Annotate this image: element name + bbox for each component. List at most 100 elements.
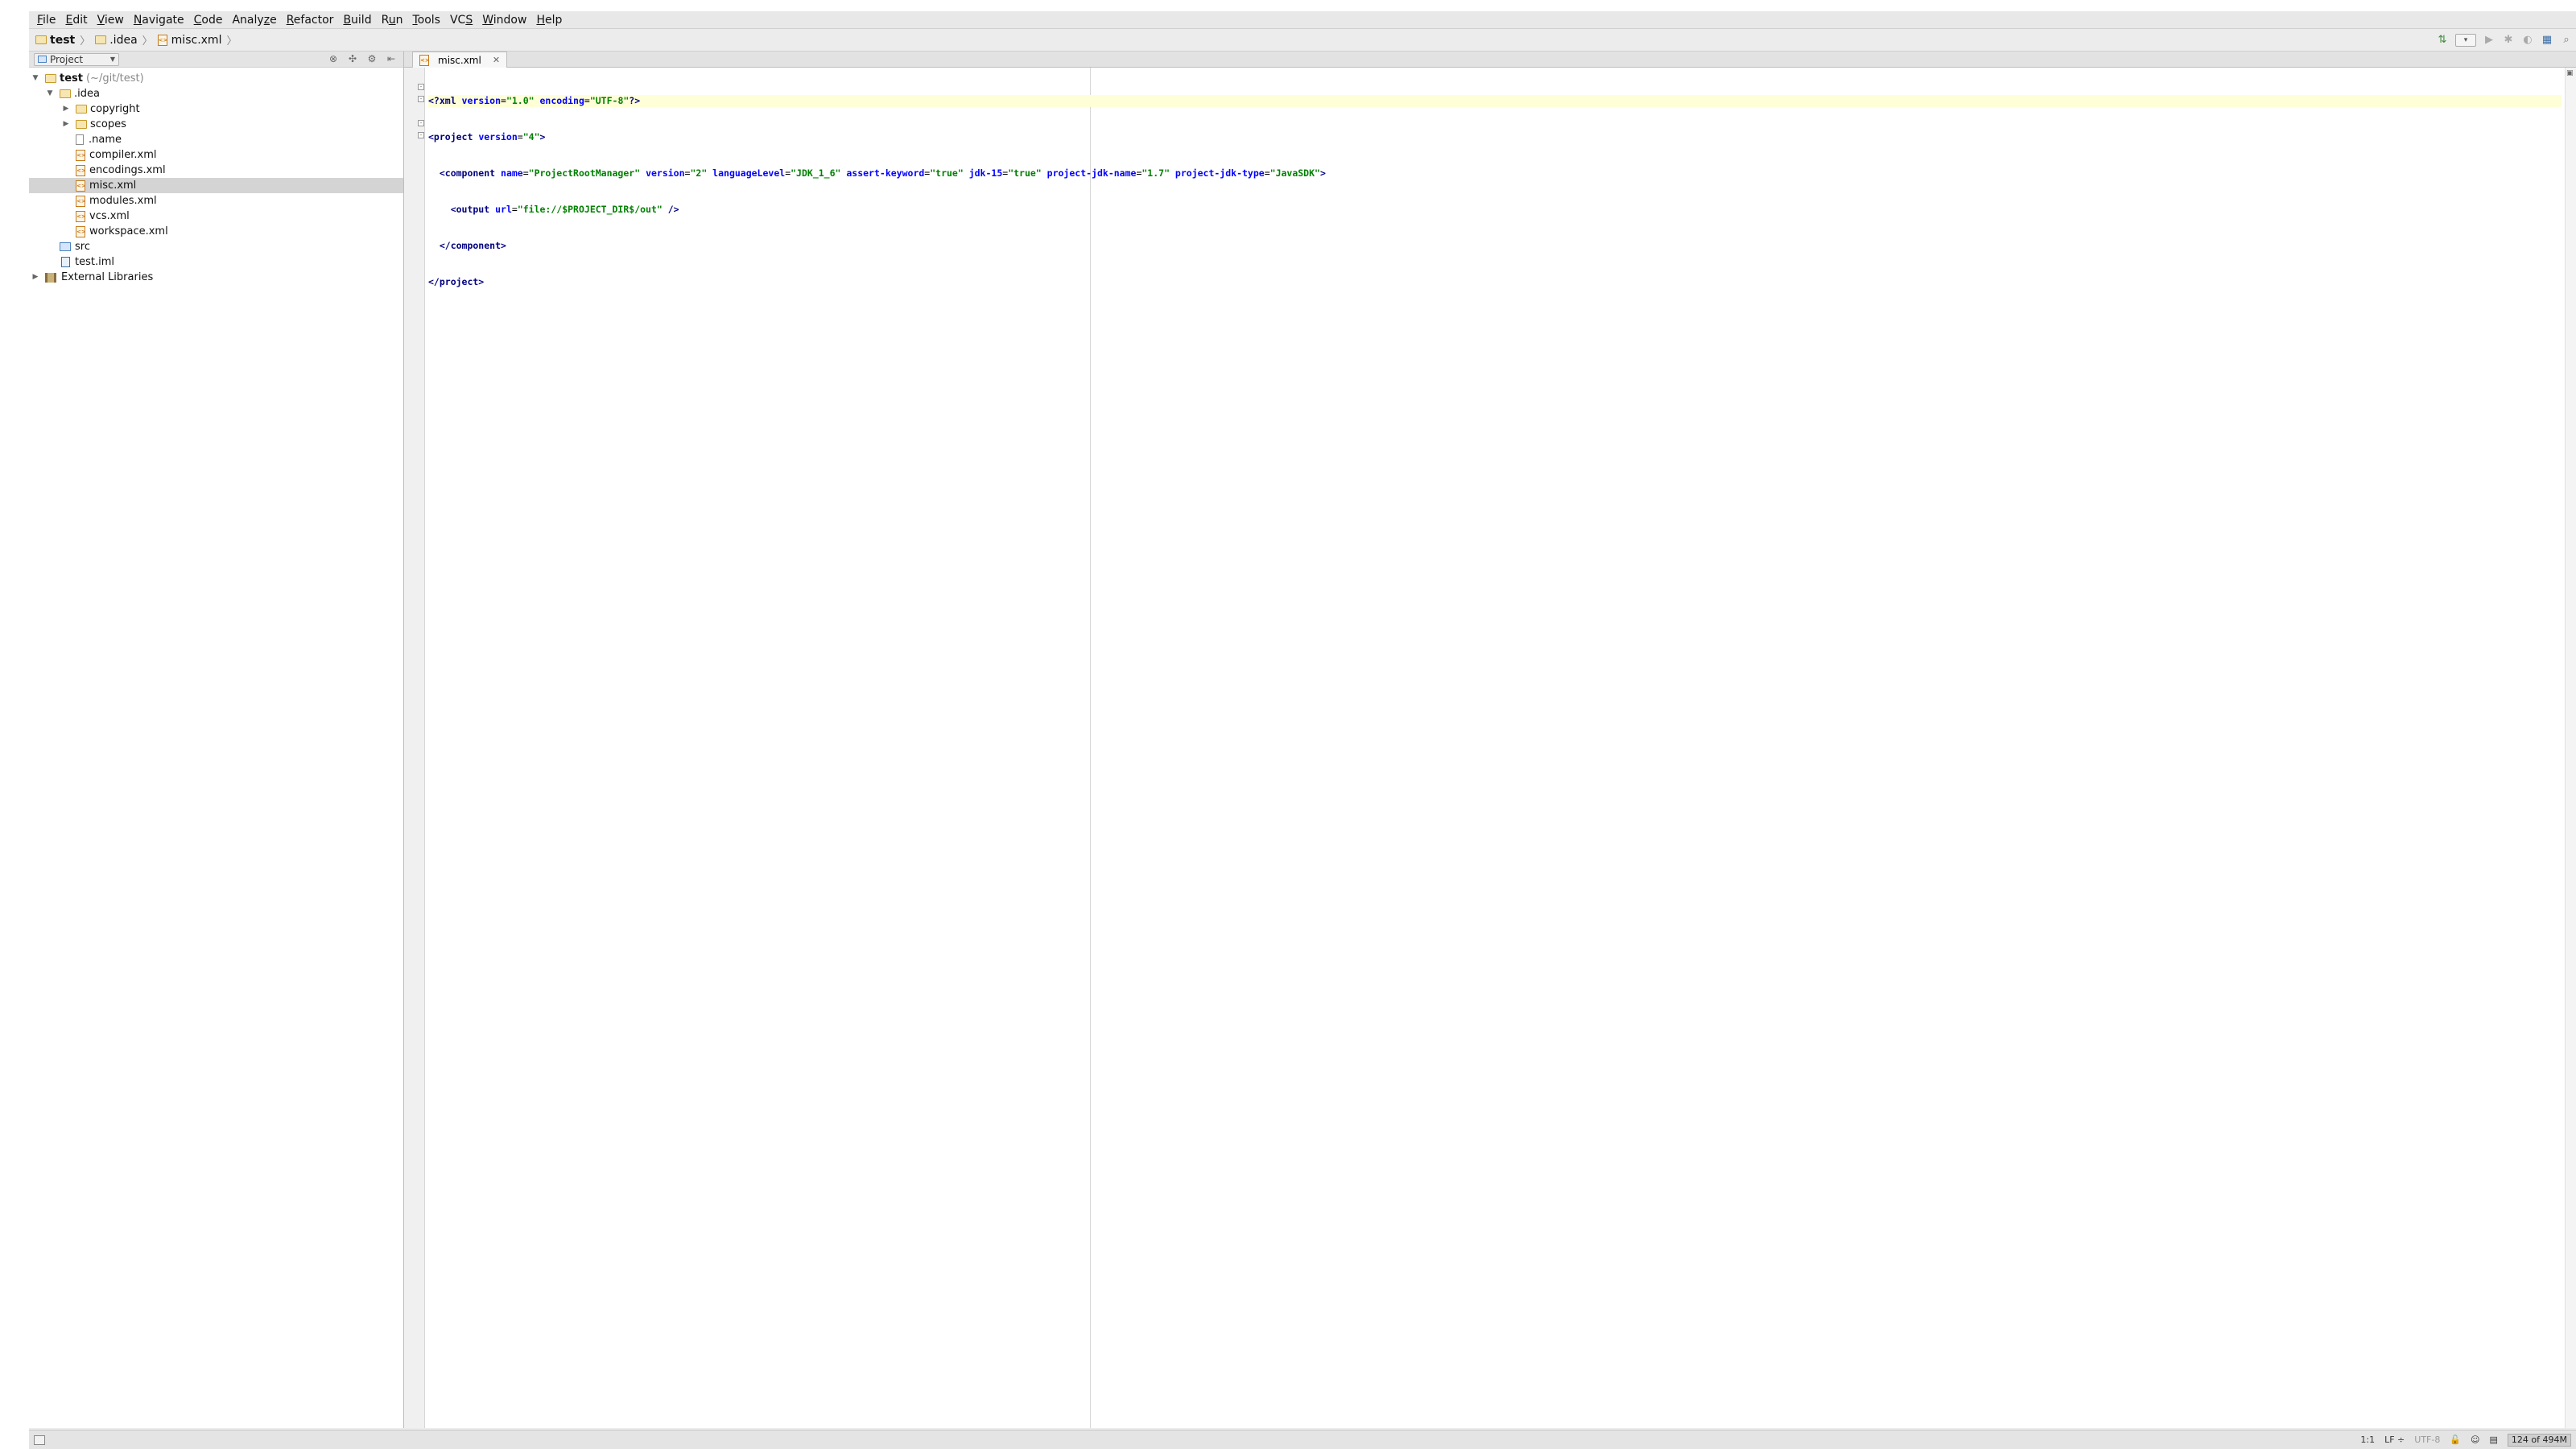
main-toolbar: ⇅ ▾ ▶ ✱ ◐ ▦ ⌕ <box>2436 29 2573 52</box>
xml-file-icon: <> <box>419 54 430 66</box>
inspection-status-icon[interactable]: ▣ <box>2566 69 2574 77</box>
tree-label: compiler.xml <box>89 149 157 161</box>
memory-indicator[interactable]: 124 of 494M <box>2507 1433 2571 1447</box>
code-line-4[interactable]: <output url="file://$PROJECT_DIR$/out" /… <box>428 204 2562 216</box>
expand-arrow-icon[interactable]: ▼ <box>45 86 55 101</box>
fold-marker-icon[interactable]: - <box>418 132 424 138</box>
inspector-icon[interactable]: ☺ <box>2471 1435 2479 1445</box>
project-folder-icon <box>35 35 47 44</box>
tree-node-name-file[interactable]: .name <box>29 132 403 147</box>
folder-icon <box>76 105 87 114</box>
menu-item-vcs[interactable]: VCS <box>445 11 477 29</box>
xml-file-icon: <> <box>76 225 86 237</box>
tree-node-modules[interactable]: <> modules.xml <box>29 193 403 208</box>
module-folder-icon <box>45 74 56 83</box>
project-view-selector[interactable]: Project ▼ <box>34 52 119 66</box>
tree-label: test.iml <box>75 256 114 268</box>
tree-node-scopes[interactable]: ▶ scopes <box>29 117 403 132</box>
tree-label: .name <box>89 134 122 146</box>
tree-node-vcs[interactable]: <> vcs.xml <box>29 208 403 224</box>
code-line-1[interactable]: <?xml version="1.0" encoding="UTF-8"?> <box>428 95 2562 107</box>
editor-tab-label: misc.xml <box>438 54 481 66</box>
library-icon <box>45 272 56 283</box>
breadcrumb-separator: 〉 <box>226 35 237 47</box>
gear-icon[interactable]: ⚙ <box>366 53 378 64</box>
code-line-5[interactable]: </component> <box>428 240 2562 252</box>
tree-node-external-libraries[interactable]: ▶ External Libraries <box>29 270 403 285</box>
collapse-all-icon[interactable]: ✣ <box>347 53 358 64</box>
code-editor[interactable]: - - - - <?xml version="1.0" encoding="UT… <box>404 68 2576 1428</box>
fold-marker-icon[interactable]: - <box>418 96 424 102</box>
code-line-2[interactable]: <project version="4"> <box>428 131 2562 143</box>
tree-label: modules.xml <box>89 195 157 207</box>
tree-node-iml[interactable]: test.iml <box>29 254 403 270</box>
tree-node-workspace[interactable]: <> workspace.xml <box>29 224 403 239</box>
tree-node-misc[interactable]: <> misc.xml <box>29 178 403 193</box>
menu-item-file[interactable]: File <box>32 11 60 29</box>
coverage-icon[interactable]: ◐ <box>2521 34 2534 47</box>
expand-arrow-icon[interactable]: ▼ <box>31 71 40 86</box>
tool-windows-toggle-icon[interactable] <box>34 1435 45 1445</box>
tree-label: src <box>75 241 90 253</box>
collapsed-arrow-icon[interactable]: ▶ <box>61 101 71 117</box>
close-icon[interactable]: ✕ <box>493 55 500 65</box>
breadcrumb-separator: 〉 <box>80 35 91 47</box>
debug-icon[interactable]: ✱ <box>2502 34 2515 47</box>
tree-label: scopes <box>90 118 126 130</box>
xml-file-icon: <> <box>76 164 86 176</box>
file-encoding[interactable]: UTF-8 <box>2414 1435 2440 1445</box>
tree-label: copyright <box>90 103 140 115</box>
error-stripe[interactable]: ▣ <box>2565 68 2576 1428</box>
search-icon[interactable]: ⌕ <box>2560 34 2573 47</box>
breadcrumb-separator: 〉 <box>142 35 153 47</box>
event-log-icon[interactable]: ▤ <box>2490 1435 2498 1445</box>
caret-position[interactable]: 1:1 <box>2360 1435 2375 1445</box>
tree-node-src[interactable]: src <box>29 239 403 254</box>
sort-icon[interactable]: ⇅ <box>2436 34 2449 47</box>
hide-panel-icon[interactable]: ⇤ <box>386 53 397 64</box>
code-line-3[interactable]: <component name="ProjectRootManager" ver… <box>428 167 2562 180</box>
menu-item-navigate[interactable]: Navigate <box>129 11 189 29</box>
menu-bar: File Edit View Navigate Code Analyze Refactor B… <box>29 11 2576 29</box>
editor-tab-misc-xml[interactable]: <> misc.xml ✕ <box>412 52 508 68</box>
collapsed-arrow-icon[interactable]: ▶ <box>61 117 71 132</box>
fold-marker-icon[interactable]: - <box>418 84 424 90</box>
menu-item-edit[interactable]: Edit <box>60 11 92 29</box>
tree-node-idea[interactable]: ▼ .idea <box>29 86 403 101</box>
code-content[interactable]: <?xml version="1.0" encoding="UTF-8"?> <… <box>428 71 2562 312</box>
menu-item-help[interactable]: Help <box>531 11 567 29</box>
editor-gutter: - - - - <box>404 68 425 1428</box>
tree-node-encodings[interactable]: <> encodings.xml <box>29 163 403 178</box>
tree-label: encodings.xml <box>89 164 166 176</box>
breadcrumb-project[interactable]: test <box>50 34 75 47</box>
xml-file-icon: <> <box>157 34 167 46</box>
menu-item-code[interactable]: Code <box>189 11 228 29</box>
menu-item-window[interactable]: Window <box>477 11 531 29</box>
menu-item-run[interactable]: Run <box>377 11 408 29</box>
text-file-icon <box>76 134 84 145</box>
collapsed-arrow-icon[interactable]: ▶ <box>31 270 40 285</box>
menu-item-tools[interactable]: Tools <box>407 11 445 29</box>
tree-node-copyright[interactable]: ▶ copyright <box>29 101 403 117</box>
menu-item-analyze[interactable]: Analyze <box>227 11 281 29</box>
fold-marker-icon[interactable]: - <box>418 120 424 126</box>
run-config-combo[interactable]: ▾ <box>2455 34 2476 47</box>
tree-node-compiler[interactable]: <> compiler.xml <box>29 147 403 163</box>
chevron-down-icon: ▼ <box>109 56 115 63</box>
folder-icon <box>60 89 71 98</box>
run-icon[interactable]: ▶ <box>2483 34 2496 47</box>
breadcrumb-file[interactable]: misc.xml <box>171 34 222 47</box>
menu-item-build[interactable]: Build <box>338 11 376 29</box>
read-only-lock-icon[interactable]: 🔓 <box>2450 1435 2461 1445</box>
code-line-6[interactable]: </project> <box>428 276 2562 288</box>
xml-file-icon: <> <box>76 180 86 192</box>
project-structure-icon[interactable]: ▦ <box>2541 34 2553 47</box>
tree-node-root[interactable]: ▼ test (~/git/test) <box>29 71 403 86</box>
breadcrumb-folder[interactable]: .idea <box>109 34 137 47</box>
source-folder-icon <box>60 242 71 251</box>
menu-item-view[interactable]: View <box>93 11 129 29</box>
scroll-from-source-icon[interactable]: ⊗ <box>328 53 339 64</box>
menu-item-refactor[interactable]: Refactor <box>282 11 339 29</box>
project-panel-header: Project ▼ ⊗ ✣ ⚙ ⇤ <box>29 52 403 68</box>
line-separator[interactable]: LF ÷ <box>2384 1435 2405 1445</box>
